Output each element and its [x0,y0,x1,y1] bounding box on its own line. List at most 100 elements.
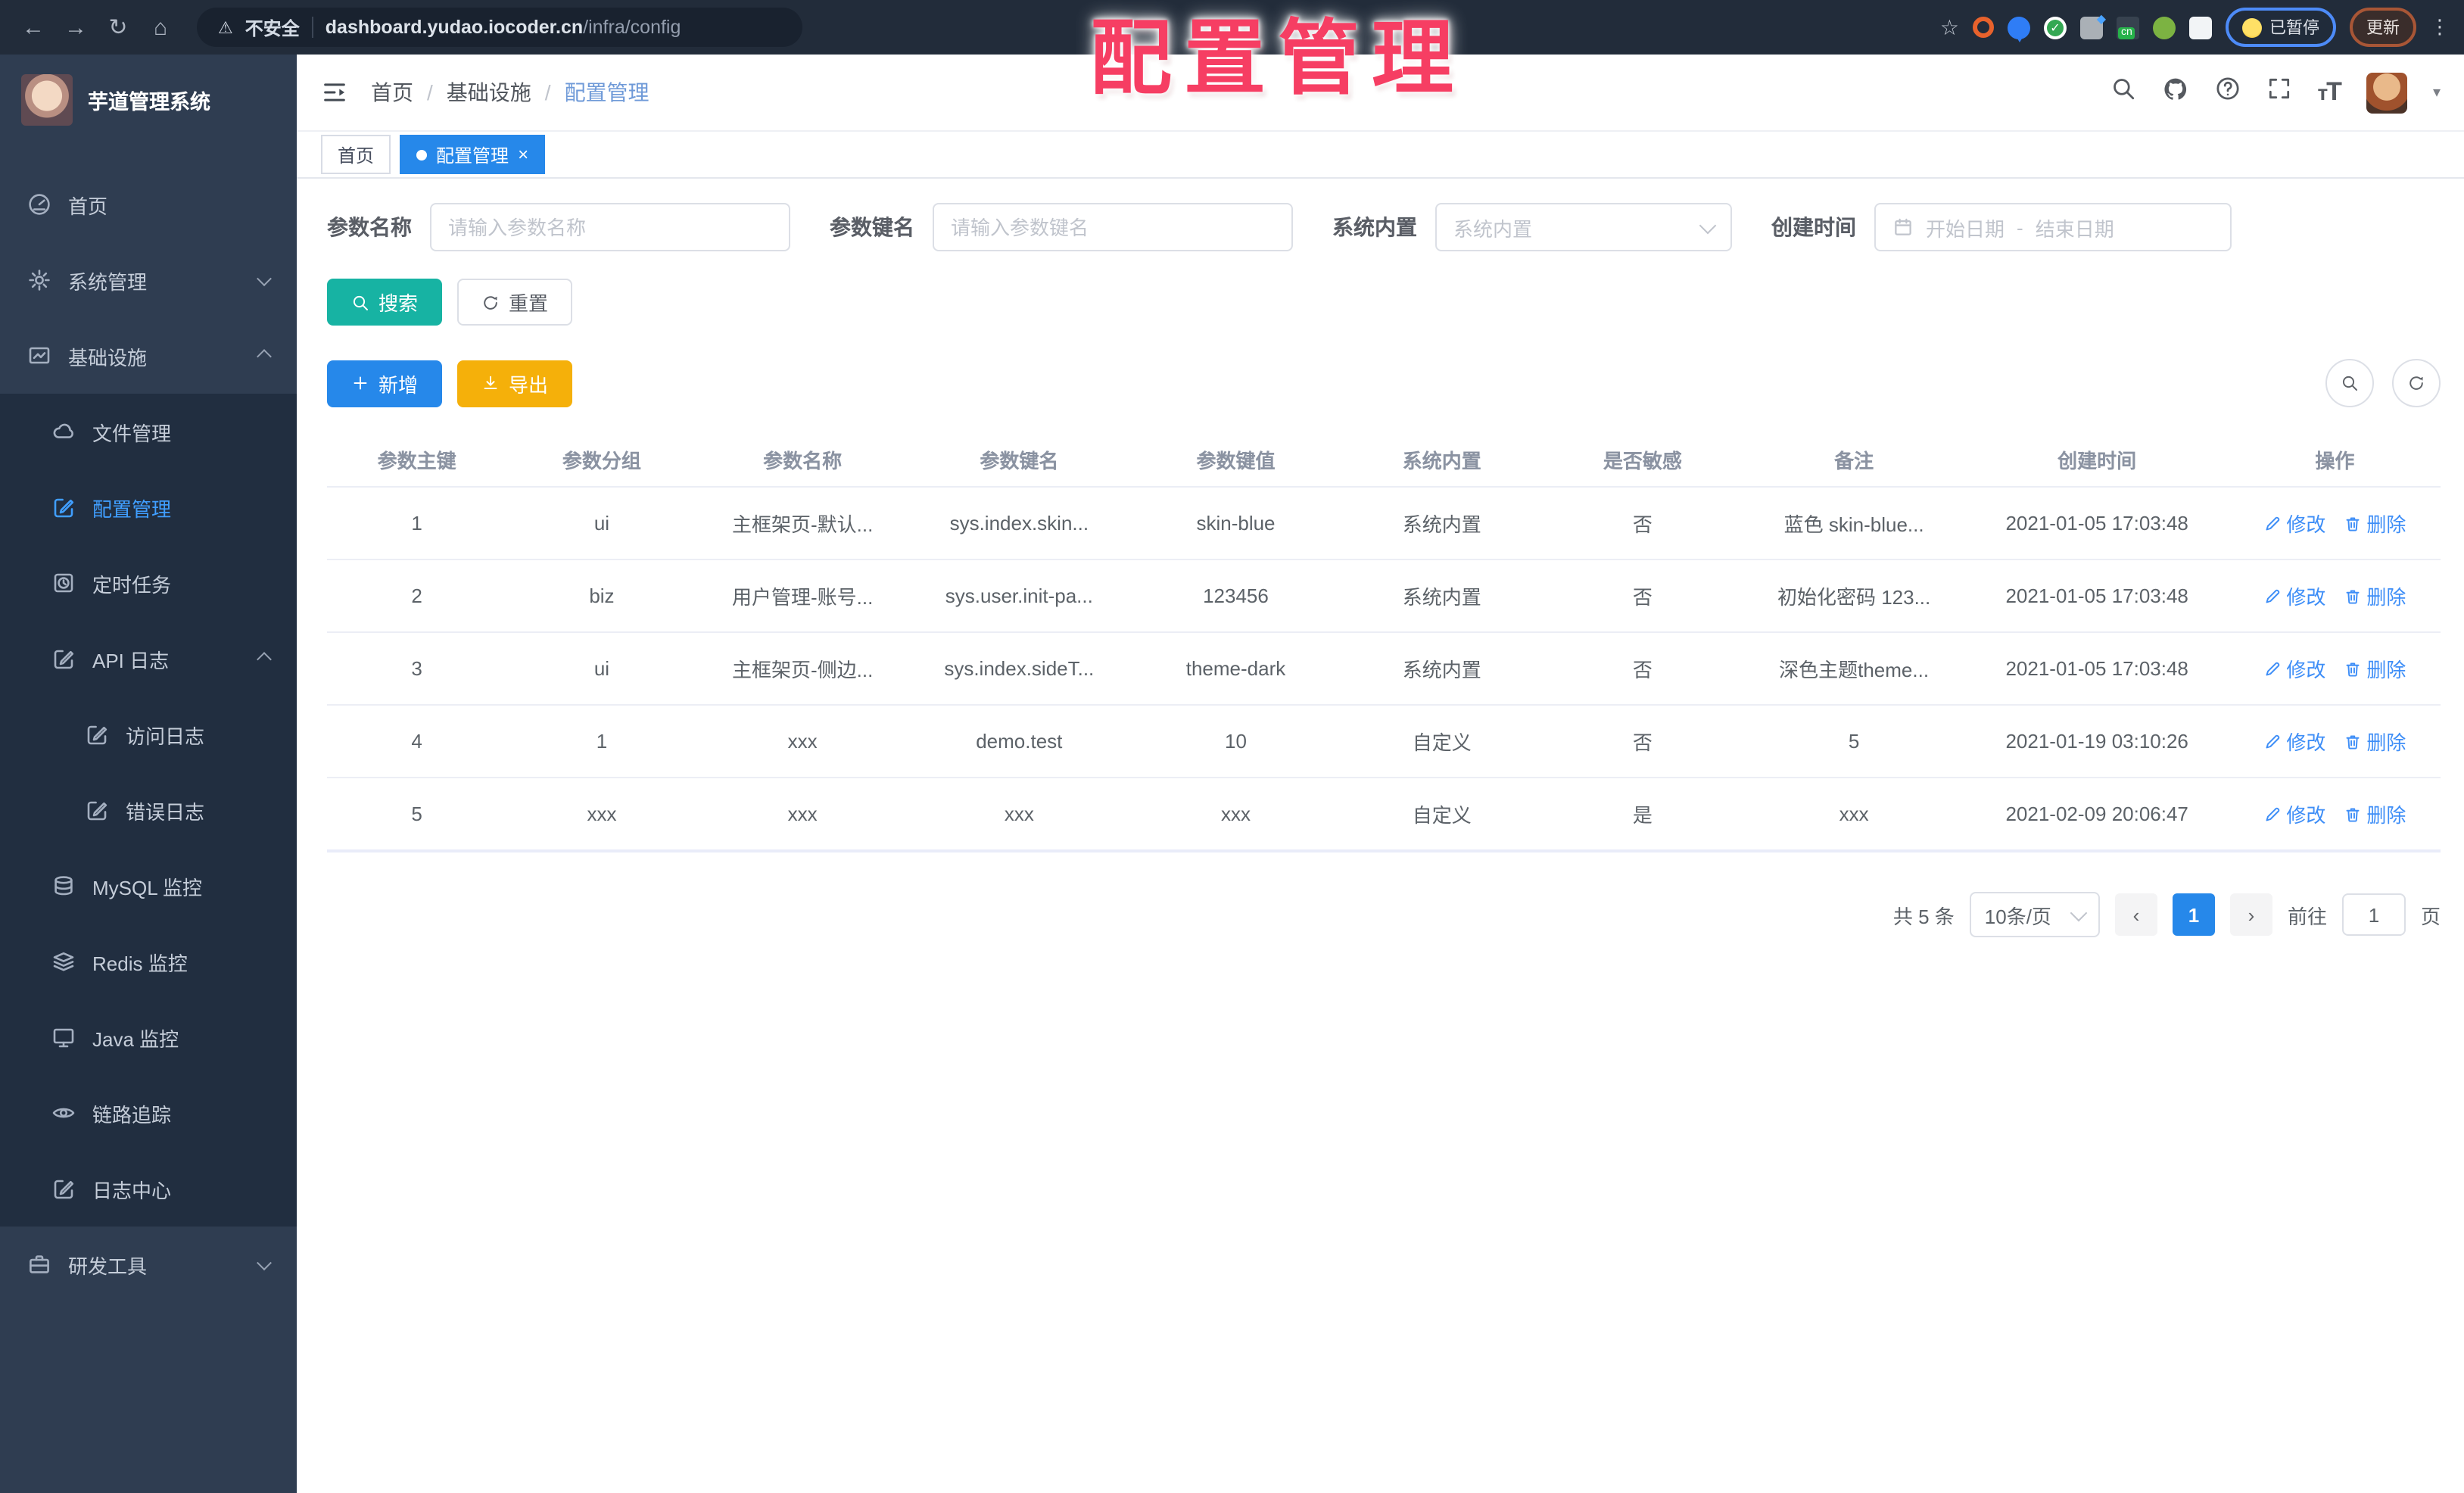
next-page-button[interactable]: › [2229,893,2272,936]
edit-link[interactable]: 修改 [2263,799,2325,828]
sidebar-item-mysql[interactable]: MySQL 监控 [0,848,297,924]
navbar-actions: тT ▾ [2110,72,2441,113]
browser-home-icon[interactable]: ⌂ [142,9,179,45]
delete-link[interactable]: 删除 [2344,654,2406,683]
sidebar-item-system[interactable]: 系统管理 [0,242,297,318]
export-button[interactable]: 导出 [457,360,573,407]
help-icon[interactable] [2214,76,2240,109]
browser-back-icon[interactable]: ← [15,9,51,45]
sidebar-item-access-log[interactable]: 访问日志 [0,697,297,772]
breadcrumb-home[interactable]: 首页 [371,77,413,108]
sidebar-item-java[interactable]: Java 监控 [0,999,297,1075]
param-key-input[interactable] [933,203,1293,251]
param-name-input[interactable] [430,203,790,251]
toggle-search-button[interactable] [2325,359,2374,407]
emoji-face-icon [2242,17,2262,37]
table-row: 1 ui 主框架页-默认... sys.index.skin... skin-blu… [327,487,2441,560]
extension-icon-translate[interactable] [2117,16,2139,39]
chevron-down-icon [257,1255,272,1270]
main-area: 首页 / 基础设施 / 配置管理 тT ▾ 首页 配置管理 × 参数名称 请输入… [297,55,2464,1493]
delete-link[interactable]: 删除 [2344,581,2406,610]
sidebar-item-job[interactable]: 定时任务 [0,545,297,621]
sidebar: 芋道管理系统 首页 系统管理 基础设施 文件管理 配置管理 定时任务 API 日… [0,55,297,1493]
sidebar-item-home[interactable]: 首页 [0,167,297,242]
reset-button[interactable]: 重置 [457,279,573,326]
avatar[interactable] [2366,72,2407,113]
edit-link[interactable]: 修改 [2263,581,2325,610]
sidebar-item-file[interactable]: 文件管理 [0,394,297,469]
address-bar[interactable]: ⚠ 不安全 dashboard.yudao.iocoder.cn/infra/c… [197,8,802,47]
page-content: 参数名称 参数键名 系统内置 系统内置 [297,179,2464,1493]
edit-link[interactable]: 修改 [2263,509,2325,538]
browser-forward-icon[interactable]: → [58,9,94,45]
sidebar-submenu-infra: 文件管理 配置管理 定时任务 API 日志 访问日志 错误日志 MySQL 监控… [0,394,297,1227]
sidebar-item-devtools[interactable]: 研发工具 [0,1227,297,1302]
browser-reload-icon[interactable]: ↻ [100,9,136,45]
goto-page-input[interactable]: 1 [2341,893,2406,936]
api-log-icon [51,647,76,671]
extension-icon-check[interactable]: ✓ [2044,16,2067,39]
log-center-icon [51,1177,76,1201]
access-log-icon [85,722,109,746]
url-path: /infra/config [583,17,681,38]
param-key-label: 参数键名 [830,215,914,239]
close-icon[interactable]: × [518,145,528,164]
monitor-icon [51,1025,76,1049]
tab-config[interactable]: 配置管理 × [400,135,546,174]
extension-icon-pin[interactable] [2008,16,2030,42]
sidebar-item-error-log[interactable]: 错误日志 [0,772,297,848]
sidebar-item-api-log[interactable]: API 日志 [0,621,297,697]
date-range-picker[interactable]: 开始日期 - 结束日期 [1874,203,2232,251]
search-button-row: 搜索 重置 [327,279,2441,326]
total-count: 共 5 条 [1892,905,1955,927]
sidebar-item-trace[interactable]: 链路追踪 [0,1075,297,1151]
logo-image [21,74,73,126]
sidebar-item-redis[interactable]: Redis 监控 [0,924,297,999]
cloud-icon [51,419,76,444]
extension-icon-green[interactable] [2153,16,2176,39]
extensions-puzzle-icon[interactable] [2189,16,2212,39]
update-button[interactable]: 更新 [2350,8,2416,47]
tags-view-bar: 首页 配置管理 × [297,132,2464,179]
timer-icon [51,571,76,595]
active-dot-icon [416,149,428,160]
github-icon[interactable] [2161,75,2188,110]
edit-link[interactable]: 修改 [2263,654,2325,683]
delete-link[interactable]: 删除 [2344,799,2406,828]
font-size-icon[interactable]: тT [2317,77,2342,108]
fullscreen-icon[interactable] [2266,76,2291,109]
add-button[interactable]: 新增 [327,360,443,407]
builtin-select[interactable]: 系统内置 [1435,203,1732,251]
edit-link[interactable]: 修改 [2263,727,2325,756]
sidebar-fold-icon[interactable] [321,79,348,106]
delete-link[interactable]: 删除 [2344,509,2406,538]
insecure-label: 不安全 [245,17,300,39]
eye-icon [51,1101,76,1125]
chevron-down-icon [257,270,272,286]
breadcrumb-infra[interactable]: 基础设施 [447,77,531,108]
breadcrumb: 首页 / 基础设施 / 配置管理 [371,77,649,108]
browser-menu-icon[interactable]: ⋮ [2430,15,2450,39]
search-icon[interactable] [2110,76,2135,109]
table-row: 3 ui 主框架页-侧边... sys.index.sideT... theme-d… [327,632,2441,706]
paused-chip[interactable]: 已暂停 [2226,8,2336,47]
sidebar-item-config[interactable]: 配置管理 [0,469,297,545]
refresh-button[interactable] [2392,359,2441,407]
database-icon [51,874,76,898]
page-size-select[interactable]: 10条/页 [1969,892,2100,937]
prev-page-button[interactable]: ‹ [2114,893,2157,936]
extension-icon-grid[interactable] [2080,11,2106,39]
bookmark-star-icon[interactable]: ☆ [1940,14,1959,40]
delete-link[interactable]: 删除 [2344,727,2406,756]
search-button[interactable]: 搜索 [327,279,443,326]
sidebar-item-log-center[interactable]: 日志中心 [0,1151,297,1227]
caret-down-icon[interactable]: ▾ [2433,84,2441,101]
sidebar-item-infra[interactable]: 基础设施 [0,318,297,394]
page-number-1[interactable]: 1 [2172,893,2215,936]
table-row: 41 xxx demo.test 10 自定义 否5 2021-01-19 03:1… [327,705,2441,778]
url-text: dashboard.yudao.iocoder.cn/infra/config [325,17,681,38]
tab-home[interactable]: 首页 [321,135,391,174]
gear-icon [27,268,51,292]
extension-icon-orange[interactable] [1973,17,1994,38]
filter-form: 参数名称 参数键名 系统内置 系统内置 [327,203,2441,251]
